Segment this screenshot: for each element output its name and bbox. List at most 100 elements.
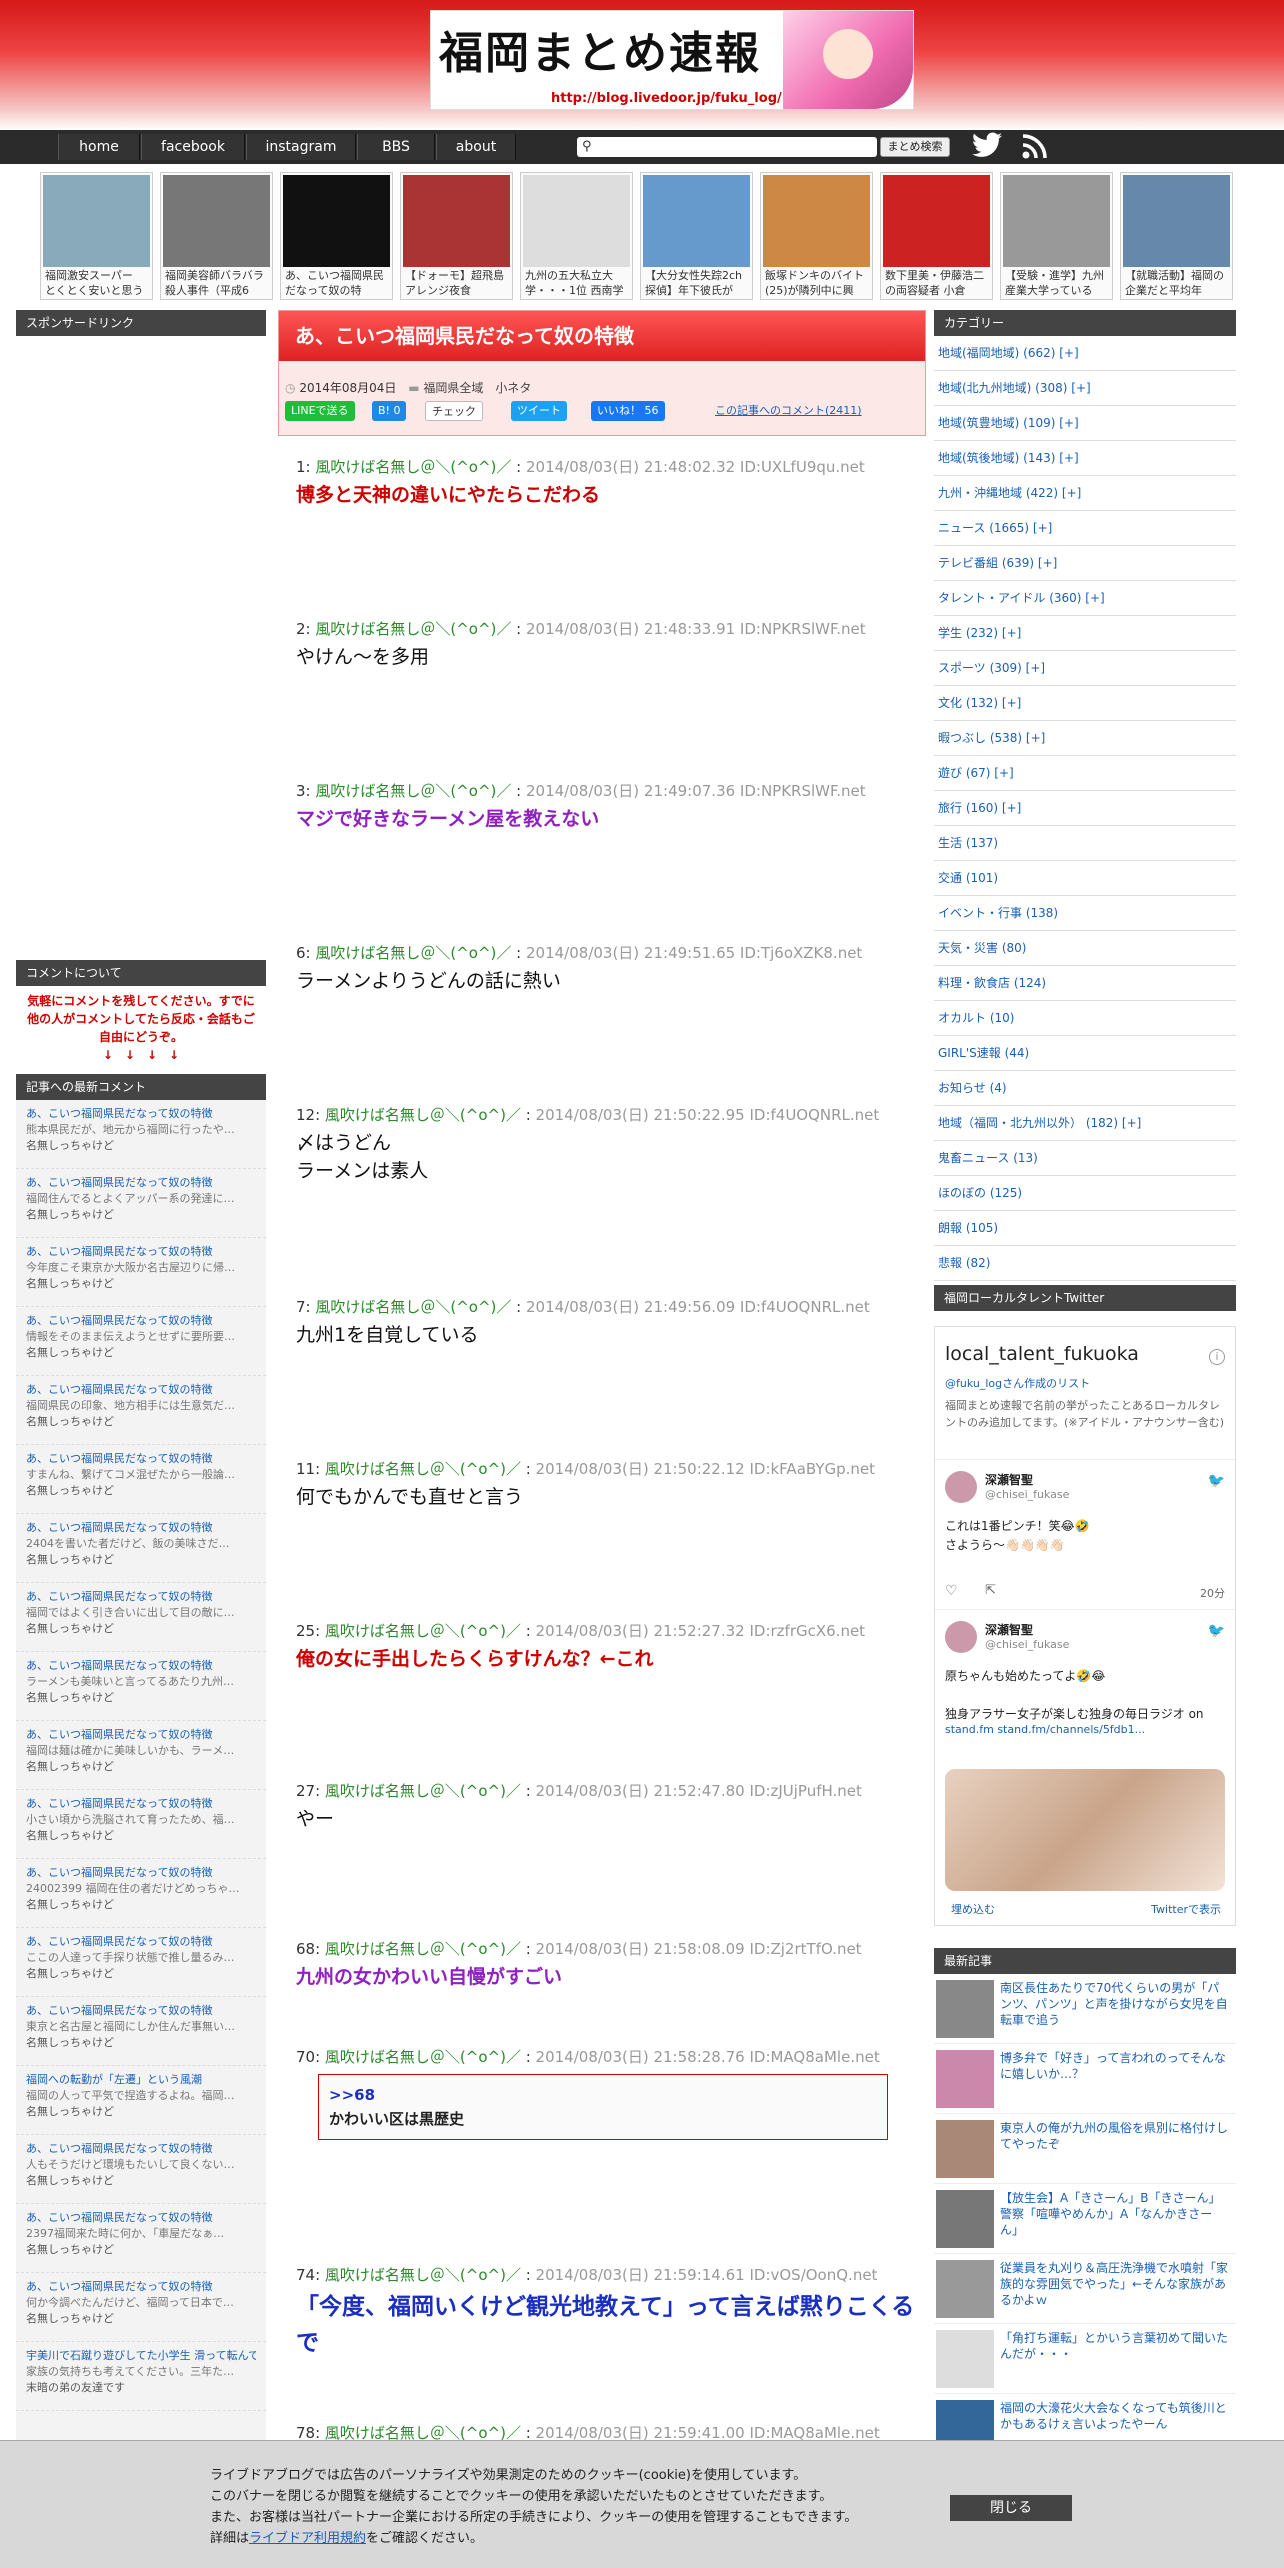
recent-comment-title[interactable]: 福岡への転勤が「左遷」という風潮: [26, 2072, 256, 2088]
thumb-caption[interactable]: 飯塚ドンキのバイト(25)が隣列中に興: [765, 268, 870, 298]
recent-comment-title[interactable]: あ、こいつ福岡県民だなって奴の特徴: [26, 2210, 256, 2226]
twitter-list-name[interactable]: local_talent_fukuoka: [945, 1343, 1139, 1365]
nav-facebook[interactable]: facebook: [141, 134, 245, 160]
thumb-image[interactable]: [643, 175, 750, 267]
thumb-image[interactable]: [283, 175, 390, 267]
recent-comment-title[interactable]: あ、こいつ福岡県民だなって奴の特徴: [26, 1451, 256, 1467]
article-title[interactable]: あ、こいつ福岡県民だなって奴の特徴: [279, 311, 925, 361]
nav-home[interactable]: home: [58, 134, 140, 160]
recent-comment-title[interactable]: あ、こいつ福岡県民だなって奴の特徴: [26, 2141, 256, 2157]
recent-comment-title[interactable]: あ、こいつ福岡県民だなって奴の特徴: [26, 1244, 256, 1260]
tweet-photo[interactable]: [945, 1769, 1225, 1891]
thumb-caption[interactable]: 福岡激安スーパー とくとく安いと思う: [45, 268, 150, 298]
category-link[interactable]: 地域(筑豊地域) (109) [+]: [938, 416, 1079, 430]
category-link[interactable]: 交通 (101): [938, 871, 998, 885]
thumb-caption[interactable]: 【就職活動】福岡の企業だと平均年: [1125, 268, 1230, 298]
thumb-caption[interactable]: 数下里美・伊藤浩二の両容疑者 小倉: [885, 268, 990, 298]
check-button[interactable]: チェック: [425, 401, 483, 421]
category-link[interactable]: 朗報 (105): [938, 1221, 998, 1235]
tweet-author[interactable]: 深瀬智聖: [985, 1471, 1033, 1488]
category-link[interactable]: 学生 (232) [+]: [938, 626, 1021, 640]
category-link[interactable]: 鬼畜ニュース (13): [938, 1151, 1038, 1165]
nav-instagram[interactable]: instagram: [246, 134, 356, 160]
category-link[interactable]: お知らせ (4): [938, 1081, 1007, 1095]
thumb-caption[interactable]: 【大分女性失踪2ch探偵】年下彼氏が: [645, 268, 750, 298]
thumb-image[interactable]: [1003, 175, 1110, 267]
category-link[interactable]: 九州・沖縄地域 (422) [+]: [938, 486, 1081, 500]
recent-comment-title[interactable]: あ、こいつ福岡県民だなって奴の特徴: [26, 1589, 256, 1605]
latest-article-title[interactable]: 東京人の俺が九州の風俗を県別に格付けしてやったぞ: [1000, 2120, 1230, 2178]
category-link[interactable]: 地域(北九州地域) (308) [+]: [938, 381, 1091, 395]
thumb-item[interactable]: 福岡激安スーパー とくとく安いと思う: [40, 172, 153, 300]
thumb-image[interactable]: [883, 175, 990, 267]
latest-article-item[interactable]: 従業員を丸刈り＆高圧洗浄機で水噴射「家族的な雰囲気でやった」←そんな家族があるか…: [934, 2254, 1236, 2324]
latest-article-item[interactable]: 博多弁で「好き」って言われのってそんなに嬉しいか…？: [934, 2044, 1236, 2114]
avatar[interactable]: [945, 1471, 977, 1503]
latest-article-title[interactable]: 【放生会】A「きさーん」B「きさーん」警察「喧嘩やめんか」A「なんかきさーん」: [1000, 2190, 1230, 2248]
category-link[interactable]: スポーツ (309) [+]: [938, 661, 1045, 675]
latest-article-title[interactable]: 「角打ち運転」とかいう言葉初めて聞いたんだが・・・: [1000, 2330, 1230, 2388]
recent-comment-title[interactable]: あ、こいつ福岡県民だなって奴の特徴: [26, 1382, 256, 1398]
latest-article-thumb[interactable]: [936, 2260, 994, 2318]
thumb-item[interactable]: 数下里美・伊藤浩二の両容疑者 小倉: [880, 172, 993, 300]
category-link[interactable]: 地域(筑後地域) (143) [+]: [938, 451, 1079, 465]
terms-link[interactable]: ライブドア利用規約: [249, 2531, 366, 2546]
latest-article-thumb[interactable]: [936, 2050, 994, 2108]
thumb-item[interactable]: 飯塚ドンキのバイト(25)が隣列中に興: [760, 172, 873, 300]
latest-article-title[interactable]: 博多弁で「好き」って言われのってそんなに嬉しいか…？: [1000, 2050, 1230, 2108]
like-button[interactable]: いいね！ 56: [591, 401, 665, 421]
thumb-image[interactable]: [403, 175, 510, 267]
view-on-twitter-link[interactable]: Twitterで表示: [1151, 1901, 1221, 1917]
tweet-author[interactable]: 深瀬智聖: [985, 1621, 1033, 1638]
category-link[interactable]: 暇つぶし (538) [+]: [938, 731, 1045, 745]
recent-comment-title[interactable]: あ、こいつ福岡県民だなって奴の特徴: [26, 1934, 256, 1950]
category-link[interactable]: ニュース (1665) [+]: [938, 521, 1052, 535]
site-banner[interactable]: 福岡まとめ速報 http://blog.livedoor.jp/fuku_log…: [430, 10, 914, 110]
rss-icon[interactable]: [1022, 133, 1048, 159]
category-link[interactable]: ほのぼの (125): [938, 1186, 1022, 1200]
recent-comment-title[interactable]: あ、こいつ福岡県民だなって奴の特徴: [26, 1175, 256, 1191]
recent-comment-title[interactable]: 宇美川で石蹴り遊びしてた小学生 滑って転んで溺れる: [26, 2348, 256, 2364]
recent-comment-title[interactable]: あ、こいつ福岡県民だなって奴の特徴: [26, 1727, 256, 1743]
category-link[interactable]: 生活 (137): [938, 836, 998, 850]
category-link[interactable]: 悲報 (82): [938, 1256, 990, 1270]
latest-article-title[interactable]: 従業員を丸刈り＆高圧洗浄機で水噴射「家族的な雰囲気でやった」←そんな家族があるか…: [1000, 2260, 1230, 2318]
tweet-time[interactable]: 20分: [1200, 1585, 1225, 1601]
tweet-link[interactable]: stand.fm stand.fm/channels/5fdb1...: [945, 1723, 1145, 1736]
line-share-button[interactable]: LINEで送る: [285, 401, 355, 421]
thumb-item[interactable]: 【受験・進学】九州産業大学っている: [1000, 172, 1113, 300]
category-link[interactable]: GIRL'S速報 (44): [938, 1046, 1029, 1060]
latest-article-item[interactable]: 【放生会】A「きさーん」B「きさーん」警察「喧嘩やめんか」A「なんかきさーん」: [934, 2184, 1236, 2254]
nav-bbs[interactable]: BBS: [357, 134, 435, 160]
recent-comment-title[interactable]: あ、こいつ福岡県民だなって奴の特徴: [26, 1796, 256, 1812]
thumb-image[interactable]: [523, 175, 630, 267]
recent-comment-title[interactable]: あ、こいつ福岡県民だなって奴の特徴: [26, 1658, 256, 1674]
latest-article-item[interactable]: 「角打ち運転」とかいう言葉初めて聞いたんだが・・・: [934, 2324, 1236, 2394]
thumb-item[interactable]: あ、こいつ福岡県民だなって奴の特: [280, 172, 393, 300]
tweet-handle[interactable]: @chisei_fukase: [985, 1638, 1069, 1651]
thumb-caption[interactable]: 福岡美容師バラバラ殺人事件（平成6: [165, 268, 270, 298]
thumb-caption[interactable]: 【受験・進学】九州産業大学っている: [1005, 268, 1110, 298]
twitter-bird-icon[interactable]: 🐦: [1208, 1623, 1225, 1639]
recent-comment-title[interactable]: あ、こいつ福岡県民だなって奴の特徴: [26, 1313, 256, 1329]
cookie-close-button[interactable]: 閉じる: [950, 2495, 1072, 2521]
quote-anchor[interactable]: >>68: [329, 2083, 877, 2107]
share-icon[interactable]: ⇱: [985, 1583, 996, 1598]
thumb-image[interactable]: [43, 175, 150, 267]
embed-link[interactable]: 埋め込む: [951, 1901, 995, 1917]
thumb-item[interactable]: 【就職活動】福岡の企業だと平均年: [1120, 172, 1233, 300]
thumb-image[interactable]: [763, 175, 870, 267]
category-link[interactable]: 地域(福岡地域) (662) [+]: [938, 346, 1079, 360]
category-link[interactable]: 遊び (67) [+]: [938, 766, 1014, 780]
thumb-image[interactable]: [163, 175, 270, 267]
latest-article-thumb[interactable]: [936, 1980, 994, 2038]
twitter-list-owner[interactable]: @fuku_logさん作成のリスト: [945, 1375, 1090, 1391]
category-link[interactable]: 旅行 (160) [+]: [938, 801, 1021, 815]
category-link[interactable]: 地域（福岡・北九州以外） (182) [+]: [938, 1116, 1141, 1130]
recent-comment-title[interactable]: あ、こいつ福岡県民だなって奴の特徴: [26, 1520, 256, 1536]
category-link[interactable]: タレント・アイドル (360) [+]: [938, 591, 1105, 605]
info-icon[interactable]: i: [1209, 1349, 1225, 1365]
thumb-item[interactable]: 【大分女性失踪2ch探偵】年下彼氏が: [640, 172, 753, 300]
hatena-button[interactable]: B! 0: [372, 401, 407, 421]
thumb-image[interactable]: [1123, 175, 1230, 267]
